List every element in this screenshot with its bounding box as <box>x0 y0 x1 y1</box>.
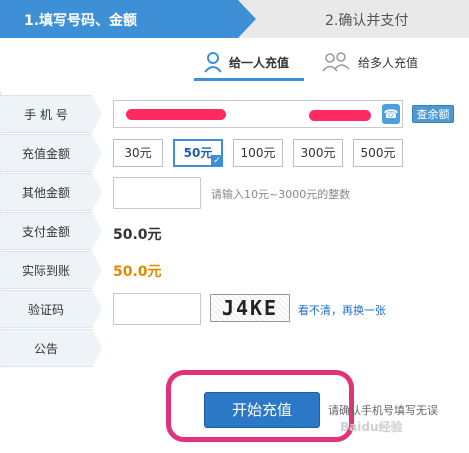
tab-multi-recharge[interactable]: 给多人充值 <box>320 48 418 76</box>
active-tab-indicator <box>194 78 304 81</box>
submit-note: 请确认手机号填写无误 <box>328 404 438 417</box>
amount-label: 30元 <box>124 146 152 160</box>
step-1-label: 1.填写号码、金额 <box>24 13 138 29</box>
label-phone: 手 机 号 <box>0 95 102 133</box>
redaction-mark <box>126 109 226 120</box>
label-captcha: 验证码 <box>0 290 102 328</box>
tab-multi-label: 给多人充值 <box>358 55 419 70</box>
group-icon <box>322 52 350 72</box>
watermark: Baidu经验 <box>340 420 403 434</box>
label-pay-amount: 支付金额 <box>0 212 102 250</box>
actual-amount-value: 50.0元 <box>113 264 162 280</box>
amount-option-100[interactable]: 100元 <box>233 139 283 167</box>
check-icon: ✓ <box>211 155 223 167</box>
phone-icon[interactable]: ☎ <box>382 104 400 124</box>
tab-single-label: 给一人充值 <box>229 55 290 70</box>
step-2-label: 2.确认并支付 <box>325 13 409 29</box>
amount-label: 300元 <box>300 146 336 160</box>
amount-label: 500元 <box>360 146 396 160</box>
amount-label: 50元 <box>183 146 213 160</box>
person-icon <box>204 52 222 73</box>
label-notice: 公告 <box>0 329 102 367</box>
captcha-image[interactable]: J4KE <box>210 294 290 322</box>
other-amount-input[interactable] <box>113 177 201 209</box>
captcha-input[interactable] <box>113 293 201 325</box>
phone-input[interactable]: ☎ <box>113 100 403 128</box>
tab-single-recharge[interactable]: 给一人充值 <box>203 48 289 76</box>
amount-label: 100元 <box>240 146 276 160</box>
label-actual-amount: 实际到账 <box>0 251 102 289</box>
captcha-refresh-link[interactable]: 看不清，再换一张 <box>298 302 386 318</box>
start-recharge-button[interactable]: 开始充值 <box>204 392 320 428</box>
query-balance-button[interactable]: 查余额 <box>412 105 454 123</box>
label-other-amount: 其他金额 <box>0 173 102 211</box>
amount-option-500[interactable]: 500元 <box>353 139 403 167</box>
other-amount-hint: 请输入10元~3000元的整数 <box>211 188 351 201</box>
amount-option-30[interactable]: 30元 <box>113 139 163 167</box>
step-progress-bar: 1.填写号码、金额 2.确认并支付 <box>0 0 469 38</box>
amount-option-50[interactable]: 50元 ✓ <box>173 139 223 167</box>
amount-option-300[interactable]: 300元 <box>293 139 343 167</box>
redaction-mark <box>309 110 371 121</box>
label-recharge-amount: 充值金额 <box>0 134 102 172</box>
pay-amount-value: 50.0元 <box>113 227 162 243</box>
